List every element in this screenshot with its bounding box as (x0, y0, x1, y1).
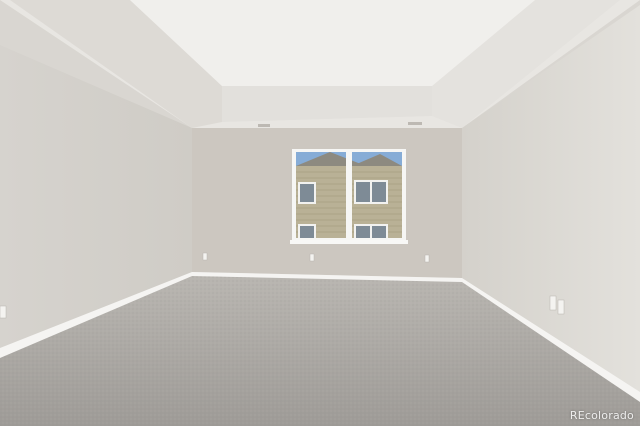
window (290, 149, 408, 244)
wall-outlet-icon (309, 253, 315, 262)
wall-outlet-icon (202, 252, 208, 261)
wall-outlet-icon (549, 295, 557, 311)
wall-outlet-icon (0, 305, 7, 319)
ceiling-vent-icon (408, 122, 422, 125)
ceiling-vent-icon (258, 124, 270, 127)
tray-ceiling-front-face (222, 86, 432, 122)
room-photo: REcolorado (0, 0, 640, 426)
room-illustration (0, 0, 640, 426)
watermark: REcolorado (569, 409, 634, 422)
wall-outlet-icon (424, 254, 430, 263)
wall-outlet-icon (557, 299, 565, 315)
